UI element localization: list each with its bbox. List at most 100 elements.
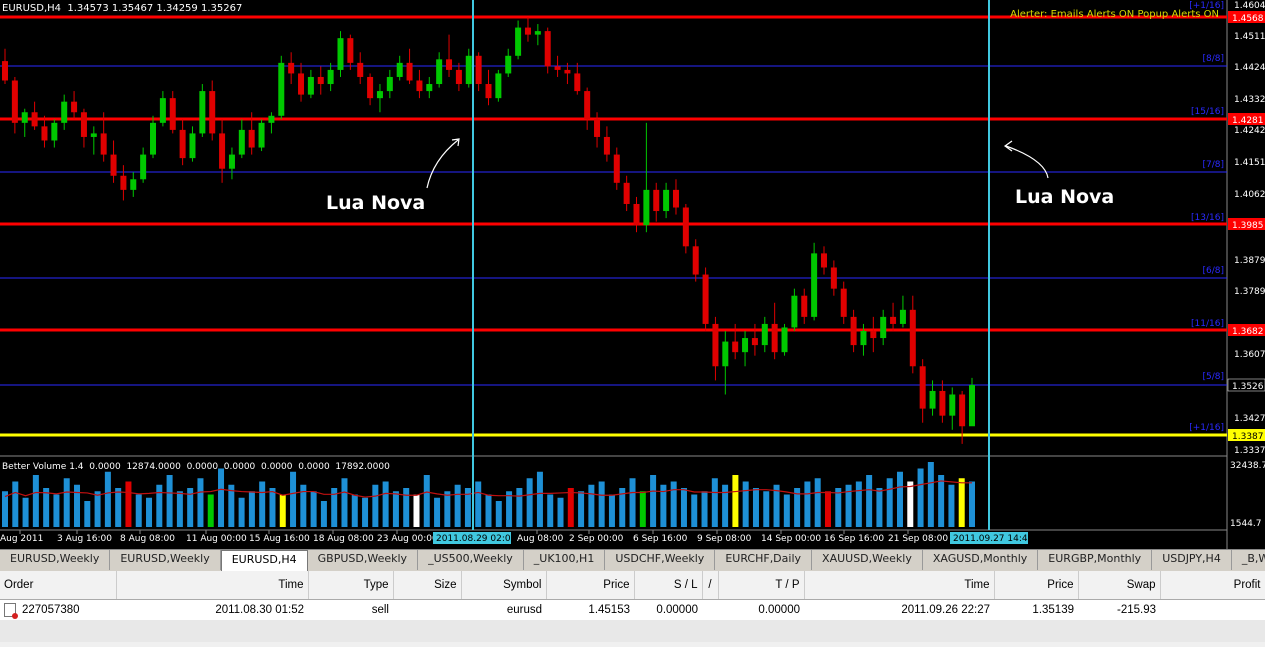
tab-usdchf-weekly[interactable]: USDCHF,Weekly: [605, 550, 716, 570]
swap: -215.93: [1078, 599, 1160, 620]
candle-body: [347, 38, 354, 63]
volume-bar: [948, 484, 955, 527]
tab-eurusd-weekly[interactable]: EURUSD,Weekly: [110, 550, 221, 570]
tab-uk100-h1[interactable]: _UK100,H1: [524, 550, 606, 570]
col-time[interactable]: Time: [116, 571, 309, 600]
volume-bar: [197, 478, 204, 527]
col-swap[interactable]: Swap: [1078, 571, 1161, 600]
candle-body: [850, 316, 857, 346]
tab-xauusd-weekly[interactable]: XAUUSD,Weekly: [812, 550, 923, 570]
alerter-status: Alerter: Emails Alerts ON Popup Alerts O…: [1010, 9, 1219, 20]
col-close-price[interactable]: Price: [994, 571, 1079, 600]
candle-body: [238, 129, 245, 155]
candle-body: [455, 69, 462, 85]
volume-bar: [22, 497, 29, 527]
candle-body: [949, 394, 956, 416]
murrey-label: [5/8]: [1202, 372, 1224, 382]
tab-eurchf-daily[interactable]: EURCHF,Daily: [715, 550, 813, 570]
volume-bar: [608, 494, 615, 527]
chart-window[interactable]: [+1/16] [8/8] [15/16] [7/8] [13/16] [6/8] [11/…: [0, 0, 1265, 549]
volume-bar: [567, 488, 574, 527]
tab-b-weekly[interactable]: _B,Weekly: [1232, 550, 1265, 570]
candle-body: [367, 76, 374, 99]
profit: [1160, 599, 1265, 620]
volume-bar: [495, 501, 502, 527]
candle-body: [268, 115, 275, 123]
col-sl[interactable]: S / L: [634, 571, 703, 600]
tab-usdjpy-h4[interactable]: USDJPY,H4: [1152, 550, 1232, 570]
candle-body: [31, 112, 38, 127]
volume-bar: [588, 484, 595, 527]
tab-eurusd-weekly[interactable]: EURUSD,Weekly: [0, 550, 111, 570]
candle-body: [712, 323, 719, 367]
volume-bar: [506, 491, 513, 527]
col-close-time[interactable]: Time: [804, 571, 995, 600]
tab-us500-weekly[interactable]: _US500,Weekly: [418, 550, 524, 570]
time-tick-label: 21 Sep 08:00: [888, 534, 948, 544]
volume-bar: [279, 494, 286, 527]
volume-bar: [536, 471, 543, 527]
col-symbol[interactable]: Symbol: [461, 571, 547, 600]
time-tick-label: 9 Sep 08:00: [697, 534, 752, 544]
volume-bar: [701, 491, 708, 527]
col-order[interactable]: Order: [0, 571, 117, 600]
candle-body: [219, 133, 226, 169]
arrow-icon: [426, 138, 460, 189]
candle-body: [436, 59, 443, 85]
time-tick-label: 18 Aug 08:00: [313, 534, 374, 544]
volume-bar: [783, 494, 790, 527]
candle-body: [623, 182, 630, 204]
candle-body: [820, 253, 827, 268]
candle-body: [672, 189, 679, 208]
tab-xagusd-monthly[interactable]: XAGUSD,Monthly: [923, 550, 1039, 570]
murrey-label: [6/8]: [1202, 266, 1224, 276]
volume-bar: [711, 478, 718, 527]
candle-body: [495, 73, 502, 99]
price-tick-label: 1.4151: [1234, 158, 1265, 168]
candle-body: [890, 316, 897, 324]
col-size[interactable]: Size: [393, 571, 462, 600]
murrey-label: [7/8]: [1202, 160, 1224, 170]
volume-bar: [650, 475, 657, 527]
volume-bar: [454, 484, 461, 527]
price-tick-label: 1.3789: [1234, 287, 1265, 297]
volume-bar: [629, 478, 636, 527]
col-profit[interactable]: Profit: [1160, 571, 1265, 600]
price-highlight-label: 1.3985: [1232, 221, 1264, 231]
price-highlight-label: 1.3387: [1232, 432, 1264, 442]
price-tick-label: 1.3427: [1234, 414, 1265, 424]
tab-gbpusd-weekly[interactable]: GBPUSD,Weekly: [308, 550, 419, 570]
time-cursor-label: 2011.09.27 14:47: [953, 534, 1033, 544]
order-id: 227057380: [22, 604, 80, 617]
candle-body: [801, 295, 808, 317]
volume-bar: [351, 494, 358, 527]
candle-body: [544, 31, 551, 67]
volume-bar: [752, 488, 759, 527]
candle-body: [21, 112, 28, 123]
volume-bar: [382, 481, 389, 527]
table-row[interactable]: 227057380 2011.08.30 01:52 sell eurusd 1…: [0, 599, 1265, 620]
candle-body: [564, 69, 571, 74]
candle-body: [919, 366, 926, 409]
tab-eurgbp-monthly[interactable]: EURGBP,Monthly: [1038, 550, 1153, 570]
tab-eurusd-h4[interactable]: EURUSD,H4: [220, 550, 308, 571]
orders-header-row: Order Time Type Size Symbol Price S / L …: [0, 571, 1265, 600]
candle-body: [150, 122, 157, 155]
volume-bar: [372, 484, 379, 527]
candle-body: [90, 133, 97, 137]
volume-bar: [94, 491, 101, 527]
col-price[interactable]: Price: [546, 571, 635, 600]
volume-bar: [691, 494, 698, 527]
volume-bar: [516, 488, 523, 527]
volume-bar: [434, 497, 441, 527]
candle-body: [929, 390, 936, 409]
candle-body: [692, 246, 699, 275]
candle-body: [376, 91, 383, 99]
orders-table: Order Time Type Size Symbol Price S / L …: [0, 571, 1265, 642]
col-type[interactable]: Type: [308, 571, 394, 600]
volume-bar: [896, 471, 903, 527]
time-tick-label: 8 Aug 08:00: [120, 534, 175, 544]
volume-tick-label: 32438.7: [1230, 461, 1265, 471]
col-tp[interactable]: T / P: [718, 571, 805, 600]
time-tick-label: 15 Aug 16:00: [249, 534, 310, 544]
